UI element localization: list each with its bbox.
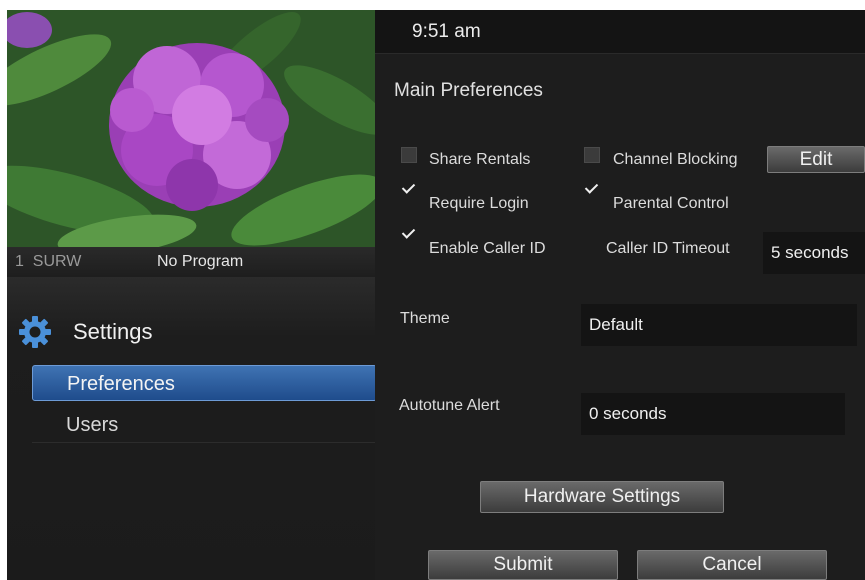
channel-info-bar: 1 SURW No Program: [7, 247, 375, 277]
cancel-button[interactable]: Cancel: [637, 550, 827, 580]
program-title: No Program: [157, 253, 244, 270]
submit-button[interactable]: Submit: [428, 550, 618, 580]
top-bar: 9:51 am: [375, 10, 865, 54]
sidebar-item-preferences[interactable]: Preferences: [32, 365, 377, 401]
section-title: Main Preferences: [394, 80, 543, 101]
parental-control-checkbox[interactable]: [584, 181, 600, 197]
autotune-alert-label: Autotune Alert: [399, 397, 500, 414]
hardware-settings-button[interactable]: Hardware Settings: [480, 481, 724, 513]
clock: 9:51 am: [412, 21, 481, 42]
theme-label: Theme: [400, 310, 450, 327]
channel-name: SURW: [32, 253, 82, 270]
gear-icon: [17, 314, 53, 355]
sidebar-item-users[interactable]: Users: [32, 407, 377, 443]
settings-sidebar: Settings Preferences Users: [7, 277, 377, 580]
require-login-label: Require Login: [429, 195, 529, 212]
channel-blocking-label: Channel Blocking: [613, 151, 738, 168]
share-rentals-label: Share Rentals: [429, 151, 531, 168]
tv-settings-screen: 1 SURW No Program Settings Preferences U…: [7, 10, 865, 580]
require-login-checkbox[interactable]: [401, 181, 417, 197]
edit-button[interactable]: Edit: [767, 146, 865, 173]
enable-caller-id-label: Enable Caller ID: [429, 240, 546, 257]
channel-blocking-checkbox[interactable]: [584, 147, 600, 163]
caller-id-timeout-label: Caller ID Timeout: [606, 240, 730, 257]
share-rentals-checkbox[interactable]: [401, 147, 417, 163]
theme-selector[interactable]: Default: [581, 304, 857, 346]
autotune-alert-selector[interactable]: 0 seconds: [581, 393, 845, 435]
channel-number-value: 1: [15, 253, 24, 270]
caller-id-timeout-field[interactable]: 5 seconds: [763, 232, 865, 274]
live-tv-preview: [7, 10, 375, 247]
flower-image: [7, 10, 375, 247]
main-preferences-panel: Main Preferences Share Rentals Channel B…: [375, 54, 865, 580]
enable-caller-id-checkbox[interactable]: [401, 226, 417, 242]
channel-number: 1 SURW: [15, 247, 81, 277]
settings-title: Settings: [73, 319, 153, 344]
parental-control-label: Parental Control: [613, 195, 729, 212]
